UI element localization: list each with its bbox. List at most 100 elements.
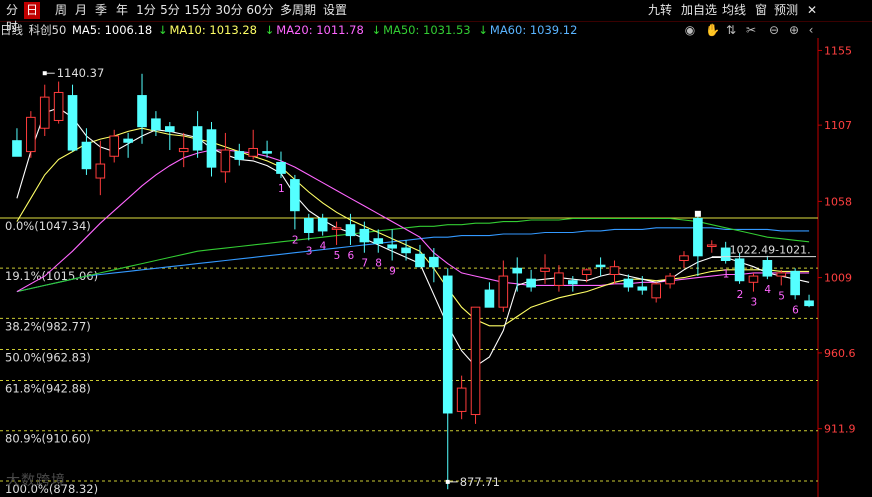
nine-turn-count: 1 [278, 183, 285, 195]
close-x-icon[interactable]: ✕ [805, 2, 819, 19]
period-tab-8[interactable]: 15分 [184, 2, 212, 19]
candle-up [470, 306, 481, 416]
period-tab-3[interactable]: 月 [73, 2, 89, 19]
candle-down [192, 126, 203, 151]
nine-turn-count: 8 [375, 258, 382, 270]
candle-down [206, 129, 217, 168]
candle-down [762, 259, 773, 277]
nine-turn-count: 7 [361, 258, 368, 270]
period-tab-4[interactable]: 季 [93, 2, 109, 19]
candle-down [67, 95, 78, 151]
price-axis-label: 1107 [824, 119, 852, 132]
candle-up [248, 147, 258, 157]
nine-turn-count: 9 [389, 265, 396, 277]
candle-up [53, 91, 64, 121]
candle-down [442, 275, 453, 414]
kline-chart[interactable]: 1155110710581009960.6911.90.0%(1047.34)1… [0, 22, 872, 497]
candle-down [693, 217, 703, 257]
candle-down [804, 300, 814, 307]
fib-level-label: 50.0%(962.83) [5, 350, 91, 364]
nine-turn-count: 6 [347, 250, 354, 262]
candle-up [748, 275, 759, 283]
price-axis-label: 1009 [824, 272, 852, 285]
candle-down [373, 238, 384, 244]
candle-up [679, 255, 689, 261]
candle-up [109, 135, 120, 157]
nine-turn-count: 2 [292, 234, 299, 246]
nine-turn-count: 4 [320, 241, 327, 253]
candle-down [165, 126, 175, 132]
candle-up [776, 272, 787, 277]
period-tab-9[interactable]: 30分 [215, 2, 243, 19]
ma50-line [16, 217, 810, 293]
candle-down [526, 278, 536, 288]
candle-up [26, 116, 36, 153]
price-axis-label: 960.6 [824, 347, 856, 360]
candle-down [734, 258, 745, 282]
candle-down [276, 161, 286, 174]
nine-turn-count: 4 [764, 284, 771, 296]
ma60-line [16, 227, 810, 293]
candle-down [137, 95, 147, 128]
candle-down [345, 224, 356, 237]
candle-down [790, 270, 800, 296]
period-tab-1[interactable]: 日 [24, 2, 40, 19]
fib-level-label: 61.8%(942.88) [5, 381, 91, 395]
period-tab-7[interactable]: 5分 [160, 2, 180, 19]
candle-up [498, 275, 509, 308]
low-marker [445, 479, 450, 484]
candle-down [595, 264, 606, 268]
nine-turn-count: 5 [778, 290, 785, 302]
candle-down [151, 118, 161, 131]
nine-turn-count: 3 [750, 297, 757, 309]
candle-down [512, 267, 523, 274]
candle-down [12, 140, 22, 157]
candle-up [706, 244, 717, 247]
candle-down [387, 244, 397, 249]
candle-up [651, 283, 661, 299]
ma5-line [16, 107, 810, 368]
candle-up [581, 269, 592, 276]
period-tab-5[interactable]: 年 [114, 2, 130, 19]
period-tab-11[interactable]: 多周期 [278, 2, 318, 19]
period-tab-12[interactable]: 设置 [321, 2, 349, 19]
price-line-label: 1022.49-1021. [730, 244, 811, 257]
candle-down [262, 151, 272, 154]
rally-marker [694, 210, 701, 217]
toolbar-right-1[interactable]: 加自选 [680, 2, 718, 19]
period-tab-10[interactable]: 60分 [246, 2, 274, 19]
candle-down [484, 289, 495, 308]
fib-level-label: 80.9%(910.60) [5, 432, 91, 446]
price-axis-label: 1058 [824, 195, 852, 208]
candle-down [637, 286, 648, 291]
candle-down [234, 151, 245, 160]
candle-down [123, 138, 133, 143]
candle-down [568, 280, 578, 285]
toolbar-right-0[interactable]: 九转 [646, 2, 674, 19]
fib-level-label: 38.2%(982.77) [5, 319, 91, 333]
price-axis-label: 911.9 [824, 423, 856, 436]
candle-down [359, 228, 370, 243]
watermark: 大数跨境 [6, 473, 66, 489]
candle-down [290, 179, 300, 212]
high-label: 1140.37 [57, 66, 105, 80]
candle-down [415, 253, 425, 268]
candle-down [623, 278, 634, 288]
high-marker [42, 71, 47, 76]
candle-up [665, 275, 675, 285]
candle-up [220, 149, 231, 173]
nine-turn-count: 5 [334, 250, 341, 262]
candle-down [317, 217, 328, 232]
candle-down [429, 256, 439, 268]
toolbar-right-4[interactable]: 预测 [772, 2, 800, 19]
candle-up [609, 266, 620, 276]
toolbar-right-3[interactable]: 窗 [753, 2, 769, 19]
period-tab-0[interactable]: 分时 [2, 2, 22, 34]
nine-turn-count: 2 [737, 289, 744, 301]
candle-up [178, 147, 189, 153]
low-label: 877.71 [460, 475, 500, 489]
period-tab-6[interactable]: 1分 [136, 2, 156, 19]
period-tab-2[interactable]: 周 [53, 2, 69, 19]
toolbar-right-2[interactable]: 均线 [720, 2, 748, 19]
candle-up [95, 163, 106, 179]
